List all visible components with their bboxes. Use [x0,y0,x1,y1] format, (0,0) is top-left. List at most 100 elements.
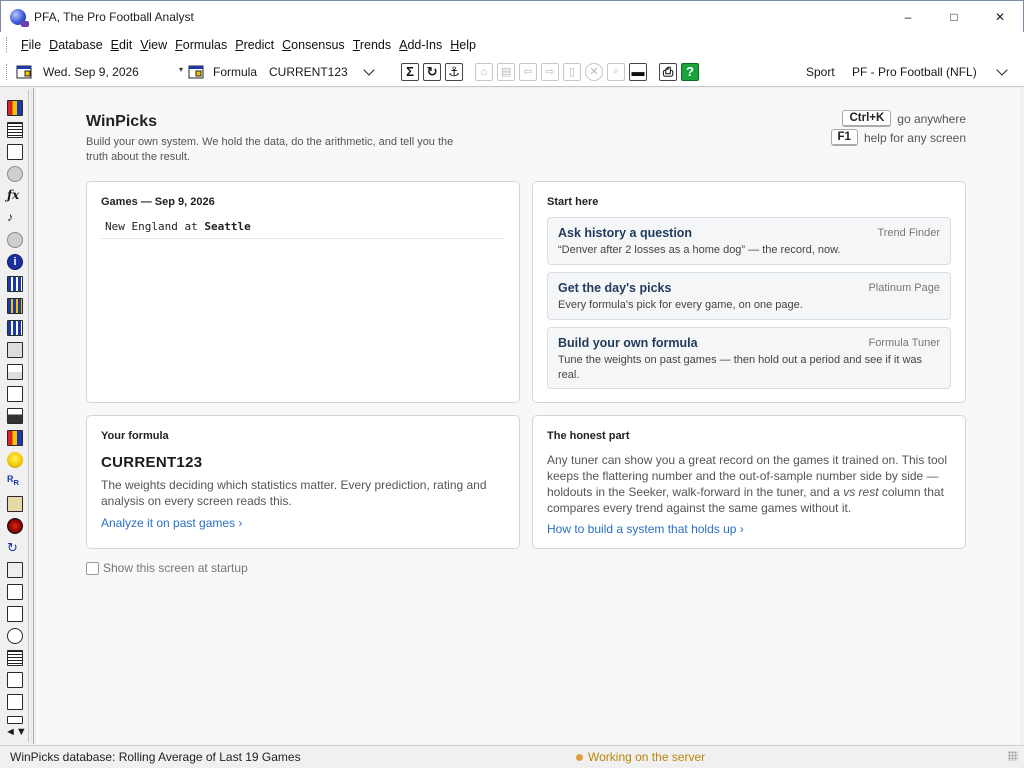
formula-select[interactable]: CURRENT123 [265,62,377,82]
title-bar: PFA, The Pro Football Analyst – □ ✕ [0,0,1024,32]
ruler-icon[interactable]: ▬ [629,62,648,81]
show-at-startup[interactable]: Show this screen at startup [86,561,248,575]
window-title: PFA, The Pro Football Analyst [34,9,194,24]
start-item-tag: Platinum Page [868,282,940,294]
startup-checkbox[interactable] [86,561,99,575]
maximize-button[interactable]: □ [931,1,977,33]
calendar-next-icon[interactable] [187,63,205,81]
pages-icon[interactable] [7,694,23,710]
formula-name: CURRENT123 [101,454,203,471]
window-icon[interactable] [7,408,23,424]
more-icon[interactable] [7,716,23,724]
menu-consensus[interactable]: Consensus [278,38,349,52]
page-subtitle: Build your own system. We hold the data,… [86,136,454,163]
chart-icon[interactable] [7,430,23,446]
games-card-title: Games — Sep 9, 2026 [101,196,215,208]
database-status: WinPicks database: Rolling Average of La… [10,750,301,764]
left-toolbar-separator [28,90,32,742]
formula-desc: The weights deciding which statistics ma… [101,478,487,508]
start-item-title: Ask history a question [558,226,693,240]
grid-icon[interactable] [7,386,23,402]
new-document-icon[interactable] [7,606,23,622]
forward-arrow-icon[interactable]: ⇨ [541,62,560,81]
target-icon[interactable] [7,518,23,534]
menu-view[interactable]: View [136,38,171,52]
menu-file[interactable]: File [17,38,45,52]
analyze-formula-link[interactable]: Analyze it on past games › [101,516,242,530]
scroll-left-icon[interactable]: ◄▼ [5,726,27,738]
refresh-icon[interactable]: ↻ [423,62,442,81]
sigma-icon[interactable]: Σ [401,62,420,81]
menu-formulas[interactable]: Formulas [171,38,231,52]
minimize-button[interactable]: – [885,1,931,33]
start-item-desc: “Denver after 2 losses as a home dog” — … [558,244,841,256]
document-icon[interactable]: ▯ [563,62,582,81]
copy-icon[interactable] [7,672,23,688]
date-dropdown-icon[interactable]: ▾ [179,65,183,74]
shortcut-help-text: help for any screen [863,130,966,145]
globe-icon[interactable] [7,166,23,182]
settings-list-icon[interactable] [7,342,23,358]
printer-icon[interactable]: ⎙ [659,62,678,81]
music-note-icon[interactable]: ♪ [7,210,23,226]
function-icon[interactable]: ƒx [7,188,23,204]
calculator-icon[interactable] [7,650,23,666]
shortcut-help: F1 help for any screen [830,129,966,146]
lightbulb-icon[interactable] [7,452,23,468]
ratings-icon[interactable]: RR [7,474,23,490]
formula-label: Formula [213,64,258,79]
formula-select-value: CURRENT123 [269,64,348,79]
games-card: Games — Sep 9, 2026 New England at Seatt… [86,181,520,403]
start-item-desc: Every formula's pick for every game, on … [558,299,803,311]
menu-trends[interactable]: Trends [349,38,395,52]
tag-icon[interactable] [7,496,23,512]
cycle-icon[interactable]: ↻ [7,540,23,556]
start-item-formula-tuner[interactable]: Build your own formula Formula Tuner Tun… [547,327,951,389]
help-icon[interactable]: ? [681,62,700,81]
build-system-link[interactable]: How to build a system that holds up › [547,522,744,536]
back-arrow-icon[interactable]: ⇦ [519,62,538,81]
list-icon[interactable] [7,122,23,138]
team-stats-icon[interactable] [7,100,23,116]
stop-icon[interactable]: ✕ [585,62,604,81]
start-item-platinum-page[interactable]: Get the day's picks Platinum Page Every … [547,272,951,320]
menu-help[interactable]: Help [446,38,480,52]
world-icon[interactable] [7,232,23,248]
compare-icon[interactable] [7,364,23,380]
info-icon[interactable]: i [7,254,23,270]
start-item-tag: Formula Tuner [868,337,940,349]
menu-edit[interactable]: Edit [107,38,137,52]
start-item-trend-finder[interactable]: Ask history a question Trend Finder “Den… [547,217,951,265]
close-button[interactable]: ✕ [977,1,1023,33]
print-preview-icon[interactable]: ▤ [497,62,516,81]
chevron-down-icon [363,63,375,76]
clipboard-icon[interactable] [7,584,23,600]
matchup-icon[interactable] [7,298,23,314]
formula-card-title: Your formula [101,430,169,442]
menu-database[interactable]: Database [45,38,107,52]
home-icon[interactable]: ⌂ [475,62,494,81]
notes-icon[interactable] [7,144,23,160]
resize-grip-icon[interactable] [1008,751,1018,761]
filter-icon[interactable]: ⌕ [607,62,626,81]
tools-icon[interactable] [7,562,23,578]
sport-select[interactable]: PF - Pro Football (NFL) [852,61,1010,83]
date-value: Wed. Sep 9, 2026 [43,64,139,79]
app-logo-icon [10,8,29,27]
standings-icon[interactable] [7,320,23,336]
honest-part-desc: Any tuner can show you a great record on… [547,453,948,515]
schedule-icon[interactable] [7,276,23,292]
f1-key: F1 [830,129,858,146]
ctrl-k-key: Ctrl+K [842,110,892,127]
menu-predict[interactable]: Predict [231,38,278,52]
shortcut-goto: Ctrl+K go anywhere [842,110,966,127]
date-picker[interactable]: Wed. Sep 9, 2026 ▾ [41,62,183,82]
anchor-icon[interactable]: ⚓ [445,62,464,81]
menu-add-ins[interactable]: Add-Ins [395,38,446,52]
server-status: Working on the server [576,750,705,764]
menu-grip [6,36,9,53]
calendar-prev-icon[interactable] [15,63,33,81]
magnifier-icon[interactable] [7,628,23,644]
menu-bar: File Database Edit View Formulas Predict… [0,32,1024,57]
game-row[interactable]: New England at Seattle [101,220,505,239]
